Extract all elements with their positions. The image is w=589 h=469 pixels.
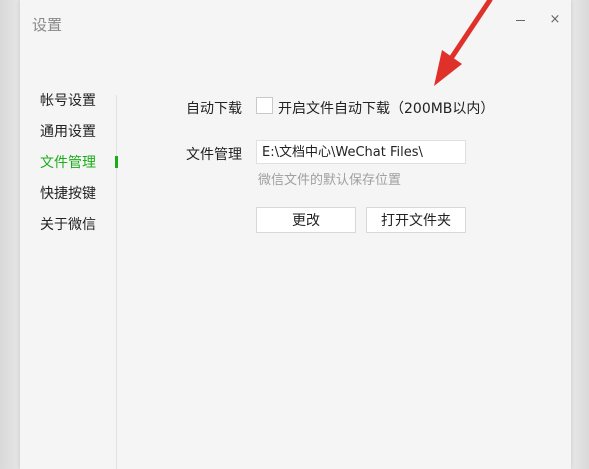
annotation-arrow-icon [434,0,493,86]
auto-download-checkbox[interactable] [256,97,273,114]
background-right [571,0,589,469]
auto-download-option-label[interactable]: 开启文件自动下载（200MB以内） [278,98,494,118]
minimize-button[interactable] [510,10,530,30]
auto-download-label: 自动下载 [186,101,242,117]
settings-sidebar: 帐号设置 通用设置 文件管理 快捷按键 关于微信 [40,90,118,245]
minimize-icon [515,20,525,21]
close-button[interactable]: × [545,10,565,30]
window-title: 设置 [32,16,63,34]
background-left [0,0,20,469]
change-path-button[interactable]: 更改 [256,207,356,233]
open-folder-button[interactable]: 打开文件夹 [366,207,466,233]
sidebar-item-account[interactable]: 帐号设置 [40,90,118,121]
save-path-field[interactable]: E:\文档中心\WeChat Files\ [256,140,466,164]
sidebar-divider [116,95,117,469]
sidebar-item-general[interactable]: 通用设置 [40,121,118,152]
sidebar-item-about[interactable]: 关于微信 [40,214,118,245]
file-manage-label: 文件管理 [186,147,242,163]
save-path-hint: 微信文件的默认保存位置 [258,173,402,188]
sidebar-item-shortcuts[interactable]: 快捷按键 [40,183,118,214]
sidebar-item-file-manage[interactable]: 文件管理 [40,152,118,183]
active-tab-indicator [115,156,118,168]
